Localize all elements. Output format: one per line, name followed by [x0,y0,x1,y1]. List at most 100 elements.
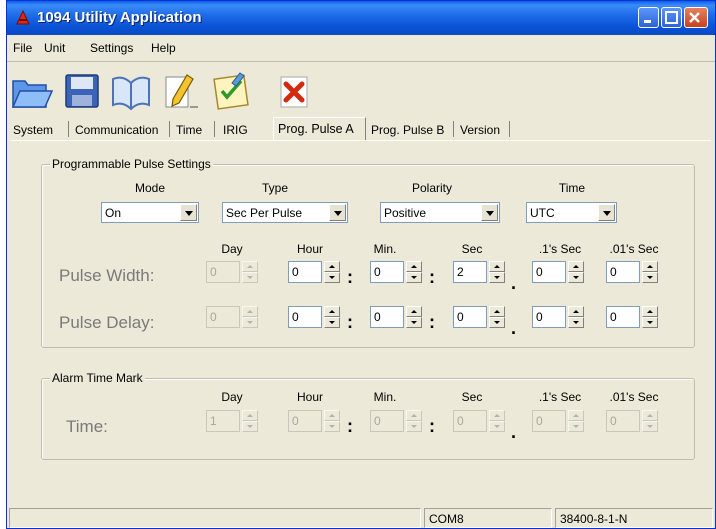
mode-value: On [105,206,122,220]
spin-up-button[interactable] [489,306,505,317]
col-hour: Hour [296,390,323,404]
app-icon [16,10,30,25]
type-value: Sec Per Pulse [226,206,303,220]
tab-time[interactable]: Time [172,121,206,139]
pulse-delay-tenth[interactable]: 0 [532,306,584,328]
alarm-hundredth: 0 [606,410,658,432]
alarm-time-mark-group: Alarm Time Mark Day Hour Min. Sec .1's S… [41,371,695,460]
menu-divider [7,61,715,62]
spin-up-button[interactable] [568,261,584,272]
menu-unit[interactable]: Unit [44,41,65,55]
maximize-button[interactable] [661,7,682,28]
time-select[interactable]: UTC [526,202,617,223]
col-sec: Sec [461,242,483,256]
pulse-settings-group: Programmable Pulse Settings Mode Type Po… [41,157,695,348]
pulse-width-hour[interactable]: 0 [288,261,340,283]
close-x-icon[interactable] [273,69,317,113]
spin-down-button[interactable] [642,272,658,283]
minimize-button[interactable] [638,7,659,28]
col-hundredth-sec: .01's Sec [609,242,659,256]
spin-down-button[interactable] [406,272,422,283]
spin-up-button[interactable] [324,306,340,317]
chevron-down-icon[interactable] [329,204,346,221]
tab-version[interactable]: Version [456,121,504,139]
pulse-delay-label: Pulse Delay: [59,313,155,332]
tab-irig[interactable]: IRIG [219,121,252,139]
spin-down-button[interactable] [489,317,505,328]
col-min: Min. [373,242,397,256]
save-icon[interactable] [59,69,103,113]
colon-separator: : [347,312,353,332]
chevron-down-icon[interactable] [481,204,498,221]
tab-prog-pulse-b[interactable]: Prog. Pulse B [367,121,448,139]
spin-down-button[interactable] [406,317,422,328]
menu-bar: File Unit Settings Help [7,37,715,59]
col-sec: Sec [461,390,483,404]
tab-system[interactable]: System [9,121,57,139]
dot-separator: . [511,422,517,442]
spin-down-button[interactable] [324,272,340,283]
pulse-width-min[interactable]: 0 [370,261,422,283]
polarity-label: Polarity [411,181,452,195]
pulse-width-label: Pulse Width: [59,266,155,285]
tab-divider [68,121,69,137]
time-value: UTC [530,206,555,220]
tab-panel: Programmable Pulse Settings Mode Type Po… [11,140,711,480]
close-button[interactable] [684,7,708,28]
spin-up-button[interactable] [489,261,505,272]
alarm-time-label: Time: [66,417,108,436]
open-folder-icon[interactable] [9,69,53,113]
spin-down-button[interactable] [324,317,340,328]
colon-separator: : [347,267,353,287]
spin-down-button[interactable] [568,317,584,328]
pulse-width-tenth[interactable]: 0 [532,261,584,283]
chevron-down-icon[interactable] [598,204,615,221]
book-icon[interactable] [109,69,153,113]
menu-settings[interactable]: Settings [90,41,133,55]
tab-prog-pulse-a[interactable]: Prog. Pulse A [273,117,366,141]
tab-communication[interactable]: Communication [71,121,162,139]
spin-down-button[interactable] [568,272,584,283]
polarity-value: Positive [384,206,427,220]
tab-divider [453,121,454,137]
spin-down-button[interactable] [642,317,658,328]
status-settings: 38400-8-1-N [555,508,713,528]
time-label: Time [558,181,586,195]
status-bar: COM8 38400-8-1-N [7,506,715,528]
menu-file[interactable]: File [13,41,32,55]
col-tenth-sec: .1's Sec [538,390,582,404]
tab-divider [509,121,510,137]
pulse-delay-hundredth[interactable]: 0 [606,306,658,328]
pencil-icon[interactable] [157,69,201,113]
spin-up-button[interactable] [642,261,658,272]
pulse-delay-sec[interactable]: 0 [453,306,505,328]
pulse-width-sec[interactable]: 2 [453,261,505,283]
spin-up-button[interactable] [324,261,340,272]
group-title: Alarm Time Mark [50,371,145,385]
colon-separator: : [429,416,435,436]
col-min: Min. [373,390,397,404]
pulse-delay-hour[interactable]: 0 [288,306,340,328]
title-bar[interactable]: 1094 Utility Application [7,1,715,35]
minimize-icon [644,20,651,23]
spin-up-button[interactable] [406,306,422,317]
alarm-day: 1 [206,410,258,432]
spin-up-button[interactable] [568,306,584,317]
chevron-down-icon[interactable] [180,204,197,221]
spin-down-button[interactable] [489,272,505,283]
menu-help[interactable]: Help [151,41,176,55]
pulse-delay-min[interactable]: 0 [370,306,422,328]
type-label: Type [261,181,288,195]
pulse-width-hundredth[interactable]: 0 [606,261,658,283]
alarm-sec: 0 [453,410,505,432]
mode-label: Mode [134,181,166,195]
status-message-cell [9,508,421,528]
mode-select[interactable]: On [101,202,199,223]
spin-up-button[interactable] [642,306,658,317]
dot-separator: . [511,318,517,338]
spin-up-button[interactable] [406,261,422,272]
polarity-select[interactable]: Positive [380,202,500,223]
checklist-icon[interactable] [210,69,254,113]
type-select[interactable]: Sec Per Pulse [222,202,348,223]
tab-strip: System Communication Time IRIG Prog. Pul… [7,117,715,141]
